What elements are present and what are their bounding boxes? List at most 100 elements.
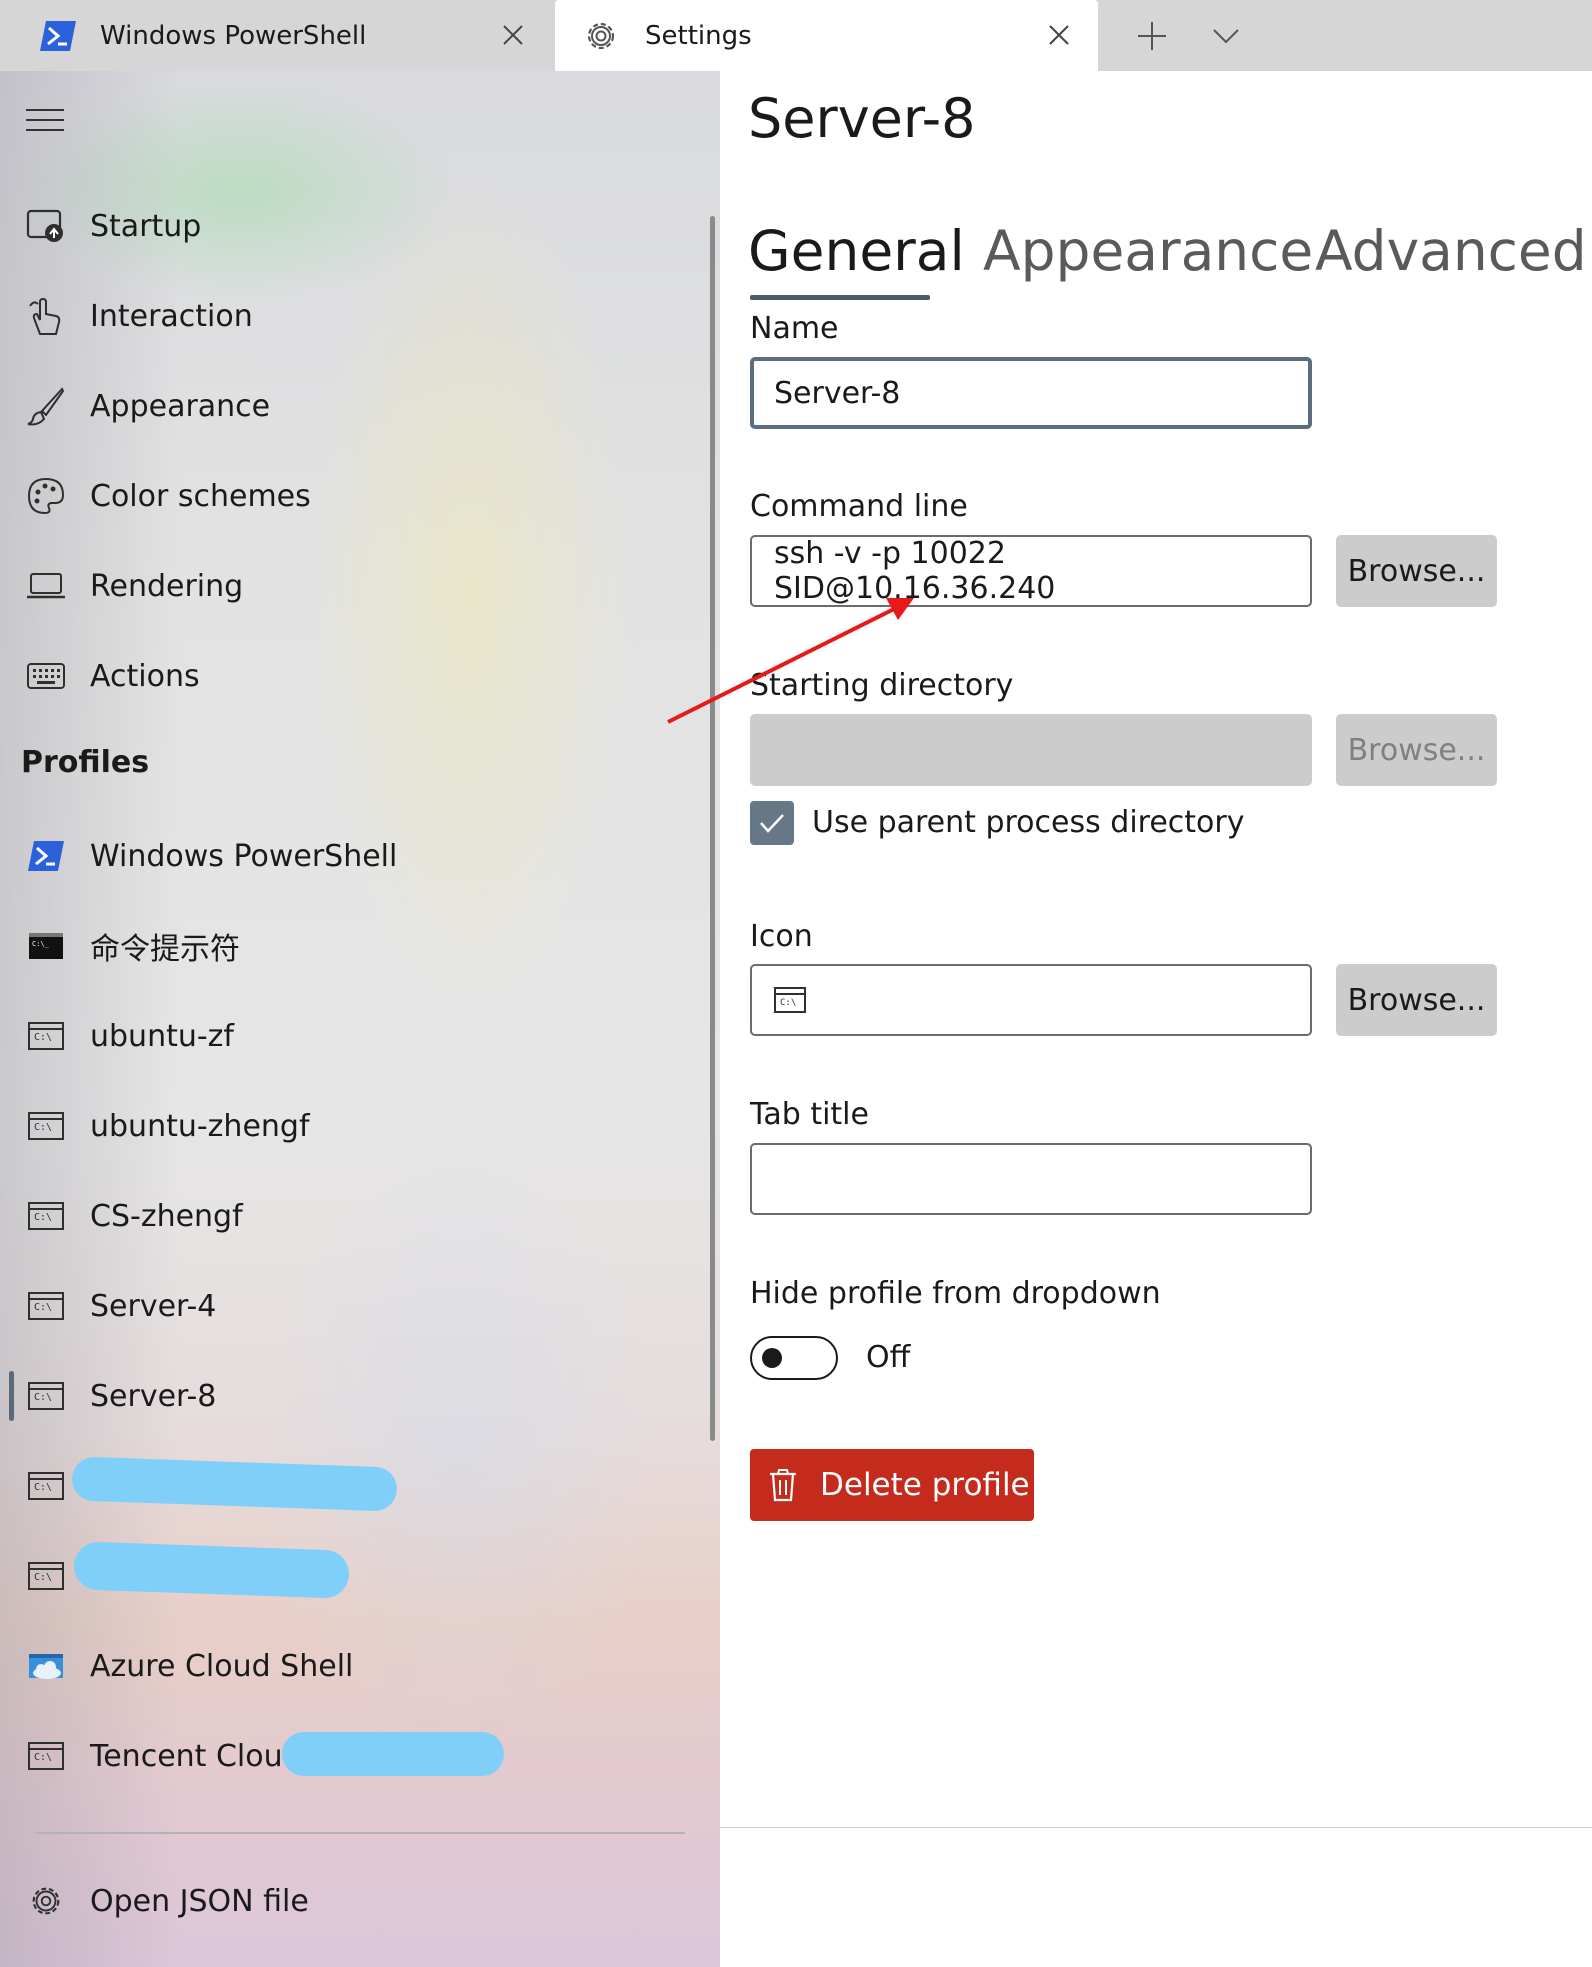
sidebar-item-appearance[interactable]: Appearance	[0, 374, 690, 438]
sidebar-item-label: Appearance	[90, 388, 271, 424]
sidebar-profile-server-4[interactable]: C:\ Server-4	[0, 1274, 690, 1338]
active-tab-underline	[750, 295, 930, 300]
command-line-label: Command line	[750, 489, 968, 524]
footer-divider	[720, 1827, 1592, 1828]
sidebar-item-label: CS-zhengf	[90, 1198, 243, 1234]
command-line-input[interactable]: ssh -v -p 10022 SID@10.16.36.240	[750, 535, 1312, 607]
sidebar-item-interaction[interactable]: Interaction	[0, 284, 690, 348]
sidebar-item-label: Startup	[90, 208, 202, 244]
new-tab-plus-icon[interactable]	[1132, 16, 1172, 56]
terminal-icon: C:\	[26, 1556, 66, 1596]
tab-title-label: Tab title	[750, 1097, 869, 1132]
hide-profile-label: Hide profile from dropdown	[750, 1276, 1161, 1311]
tab-settings[interactable]: Settings	[555, 0, 1098, 71]
terminal-icon: C:\	[26, 1016, 66, 1056]
startup-icon	[26, 206, 66, 246]
powershell-icon	[26, 836, 66, 876]
sidebar-profile-server-8[interactable]: C:\ Server-8	[0, 1364, 690, 1428]
sidebar-item-rendering[interactable]: Rendering	[0, 554, 690, 618]
icon-label: Icon	[750, 919, 813, 954]
gear-icon	[587, 22, 615, 49]
powershell-icon	[40, 20, 76, 51]
tab-bar: Windows PowerShell Settings	[0, 0, 1592, 71]
hamburger-menu-icon[interactable]	[26, 107, 64, 133]
sidebar-item-label: Open JSON file	[90, 1883, 309, 1919]
sidebar-item-label: ubuntu-zhengf	[90, 1108, 310, 1144]
starting-directory-browse-button[interactable]: Browse...	[1336, 714, 1497, 786]
sidebar-divider	[36, 1832, 685, 1834]
sidebar-profile-cs-zhengf[interactable]: C:\ CS-zhengf	[0, 1184, 690, 1248]
terminal-icon: C:\	[26, 1376, 66, 1416]
tab-title-input[interactable]	[750, 1143, 1312, 1215]
trash-icon	[770, 1469, 796, 1502]
sidebar-item-label: 命令提示符	[90, 932, 240, 967]
use-parent-directory-label: Use parent process directory	[812, 805, 1245, 840]
profile-settings-pane: Server-8 General Appearance Advanced Nam…	[720, 71, 1592, 1967]
sidebar-item-startup[interactable]: Startup	[0, 194, 690, 258]
redaction-mark	[73, 1541, 350, 1599]
hide-profile-toggle[interactable]	[750, 1336, 838, 1380]
use-parent-directory-checkbox[interactable]	[750, 801, 794, 845]
sidebar-item-color-schemes[interactable]: Color schemes	[0, 464, 690, 528]
terminal-icon: C:\	[774, 987, 806, 1013]
tab-advanced[interactable]: Advanced	[1315, 219, 1587, 283]
selection-indicator	[9, 1371, 14, 1421]
sidebar-profile-redacted-1[interactable]: C:\	[0, 1454, 690, 1518]
hide-profile-state: Off	[866, 1340, 911, 1375]
settings-sidebar: Startup Interaction Appearance Color sch…	[0, 71, 720, 1967]
sidebar-item-label: Azure Cloud Shell	[90, 1648, 354, 1684]
tab-general[interactable]: General	[748, 219, 965, 283]
redaction-mark	[282, 1732, 504, 1776]
keyboard-icon	[26, 656, 66, 696]
sidebar-item-label: Windows PowerShell	[90, 838, 398, 874]
sidebar-profile-ubuntu-zhengf[interactable]: C:\ ubuntu-zhengf	[0, 1094, 690, 1158]
sidebar-profile-azure-cloud-shell[interactable]: Azure Cloud Shell	[0, 1634, 690, 1698]
delete-profile-label: Delete profile	[820, 1467, 1030, 1503]
sidebar-profile-cmd[interactable]: C:\_ 命令提示符	[0, 914, 690, 978]
sidebar-profile-ubuntu-zf[interactable]: C:\ ubuntu-zf	[0, 1004, 690, 1068]
tab-label: Settings	[645, 20, 752, 51]
terminal-icon: C:\	[26, 1286, 66, 1326]
azure-icon	[26, 1646, 66, 1686]
cmd-black-icon: C:\_	[26, 926, 66, 966]
sidebar-item-label: ubuntu-zf	[90, 1018, 234, 1054]
checkmark-icon	[760, 814, 784, 833]
terminal-icon: C:\	[26, 1106, 66, 1146]
palette-icon	[26, 476, 66, 516]
terminal-icon: C:\	[26, 1736, 66, 1776]
brush-icon	[26, 386, 66, 426]
sidebar-scrollbar[interactable]	[710, 216, 715, 1441]
sidebar-item-label: Actions	[90, 658, 200, 694]
tab-label: Windows PowerShell	[100, 20, 367, 51]
chevron-down-icon[interactable]	[1208, 20, 1244, 52]
sidebar-item-label: Color schemes	[90, 478, 311, 514]
command-line-browse-button[interactable]: Browse...	[1336, 535, 1497, 607]
icon-browse-button[interactable]: Browse...	[1336, 964, 1497, 1036]
redaction-mark	[71, 1456, 398, 1512]
interaction-icon	[26, 296, 66, 336]
laptop-icon	[26, 566, 66, 606]
sidebar-item-label: Rendering	[90, 568, 244, 604]
starting-directory-input[interactable]	[750, 714, 1312, 786]
sidebar-profile-tencent-cloud[interactable]: C:\ Tencent Clouc	[0, 1724, 690, 1788]
name-input[interactable]: Server-8	[750, 357, 1312, 429]
sidebar-item-actions[interactable]: Actions	[0, 644, 690, 708]
close-icon[interactable]	[1046, 22, 1072, 48]
tab-windows-powershell[interactable]: Windows PowerShell	[0, 0, 552, 71]
sidebar-item-label: Server-4	[90, 1288, 217, 1324]
open-json-file-button[interactable]: Open JSON file	[0, 1869, 690, 1933]
toggle-knob	[762, 1348, 782, 1368]
gear-icon	[26, 1881, 66, 1921]
sidebar-profile-redacted-2[interactable]: C:\	[0, 1541, 690, 1608]
page-title: Server-8	[748, 87, 976, 150]
svg-text:C:\_: C:\_	[32, 940, 50, 948]
sidebar-profile-windows-powershell[interactable]: Windows PowerShell	[0, 824, 690, 888]
close-icon[interactable]	[500, 22, 526, 48]
terminal-icon: C:\	[26, 1466, 66, 1506]
tab-appearance[interactable]: Appearance	[983, 219, 1313, 283]
terminal-icon: C:\	[26, 1196, 66, 1236]
icon-input[interactable]: C:\	[750, 964, 1312, 1036]
delete-profile-button[interactable]: Delete profile	[750, 1449, 1034, 1521]
profiles-header: Profiles	[21, 745, 150, 780]
sidebar-item-label: Interaction	[90, 298, 253, 334]
